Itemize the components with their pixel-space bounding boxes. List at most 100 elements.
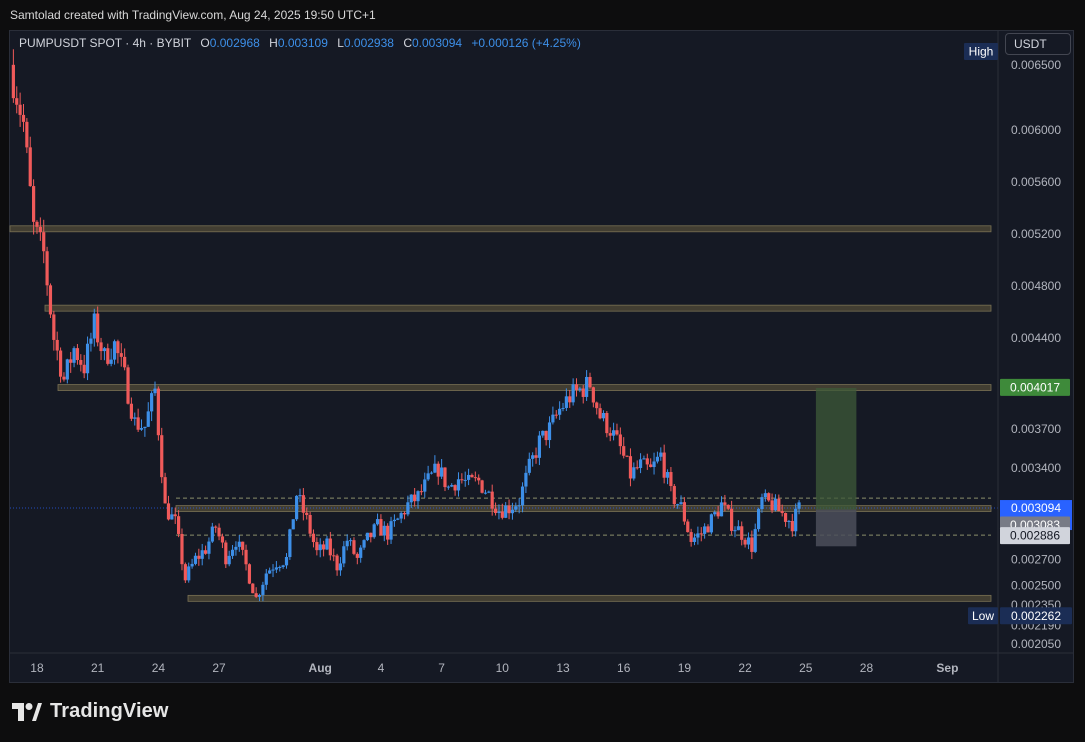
- candle-body[interactable]: [611, 430, 616, 436]
- candle-body[interactable]: [85, 343, 90, 374]
- candle-body[interactable]: [642, 458, 646, 460]
- candle-body[interactable]: [682, 502, 687, 522]
- candle-body[interactable]: [150, 393, 154, 412]
- sr-zone[interactable]: [9, 225, 992, 233]
- candle-body[interactable]: [517, 505, 521, 507]
- candle-body[interactable]: [440, 467, 444, 477]
- candle-body[interactable]: [561, 407, 565, 409]
- candle-body[interactable]: [109, 359, 113, 364]
- position-target-zone[interactable]: [815, 387, 857, 510]
- candle-body[interactable]: [69, 359, 73, 363]
- candle-body[interactable]: [160, 435, 164, 478]
- candle-body[interactable]: [615, 430, 619, 435]
- candle-body[interactable]: [65, 359, 69, 380]
- candle-body[interactable]: [534, 455, 538, 458]
- candle-body[interactable]: [504, 505, 508, 518]
- candle-body[interactable]: [767, 493, 771, 501]
- candle-body[interactable]: [703, 526, 707, 534]
- candle-body[interactable]: [514, 506, 518, 510]
- candle-body[interactable]: [672, 486, 676, 505]
- position-stop-zone[interactable]: [815, 509, 857, 547]
- candle-body[interactable]: [632, 467, 636, 479]
- candle-body[interactable]: [466, 474, 471, 480]
- candle-body[interactable]: [389, 521, 393, 540]
- candle-body[interactable]: [446, 486, 450, 488]
- candle-body[interactable]: [510, 509, 515, 514]
- candle-body[interactable]: [220, 536, 225, 543]
- candle-body[interactable]: [119, 353, 123, 357]
- candle-body[interactable]: [207, 541, 211, 554]
- candle-body[interactable]: [787, 520, 791, 522]
- candle-body[interactable]: [99, 342, 103, 352]
- candle-body[interactable]: [257, 594, 262, 597]
- candle-body[interactable]: [234, 546, 238, 550]
- candle-body[interactable]: [203, 550, 208, 554]
- candle-body[interactable]: [386, 525, 390, 540]
- candle-body[interactable]: [163, 477, 167, 504]
- candle-body[interactable]: [318, 544, 322, 551]
- candle-body[interactable]: [463, 479, 467, 481]
- candle-body[interactable]: [170, 514, 174, 520]
- candle-body[interactable]: [173, 514, 177, 517]
- candle-body[interactable]: [659, 452, 663, 457]
- candle-body[interactable]: [112, 341, 117, 360]
- candle-body[interactable]: [146, 411, 150, 427]
- candle-body[interactable]: [483, 492, 488, 494]
- candle-body[interactable]: [82, 364, 86, 374]
- candle-body[interactable]: [247, 564, 252, 584]
- candle-body[interactable]: [416, 491, 420, 502]
- candle-body[interactable]: [453, 485, 457, 491]
- candle-body[interactable]: [531, 455, 535, 459]
- candlestick-chart[interactable]: 0.006500 0.006000 0.005600 0.005200 0.004800…: [0, 0, 1085, 742]
- candle-body[interactable]: [433, 463, 437, 473]
- candle-body[interactable]: [55, 339, 59, 351]
- candle-body[interactable]: [359, 547, 363, 558]
- candle-body[interactable]: [284, 556, 289, 566]
- candle-body[interactable]: [500, 511, 504, 518]
- candle-body[interactable]: [760, 497, 764, 510]
- candle-body[interactable]: [345, 540, 349, 547]
- candle-body[interactable]: [396, 518, 400, 520]
- candle-body[interactable]: [780, 511, 784, 514]
- candle-body[interactable]: [719, 502, 724, 517]
- candle-body[interactable]: [554, 414, 558, 416]
- candle-body[interactable]: [62, 376, 66, 380]
- candle-body[interactable]: [783, 513, 788, 522]
- candle-body[interactable]: [291, 519, 295, 530]
- candle-body[interactable]: [746, 537, 751, 545]
- candle-body[interactable]: [625, 455, 629, 457]
- candle-body[interactable]: [328, 538, 332, 556]
- candle-body[interactable]: [638, 459, 643, 468]
- candle-body[interactable]: [166, 503, 171, 520]
- candle-body[interactable]: [696, 533, 700, 538]
- candle-body[interactable]: [106, 348, 110, 364]
- candle-body[interactable]: [426, 473, 430, 480]
- candle-body[interactable]: [288, 529, 292, 557]
- candle-body[interactable]: [777, 498, 781, 512]
- candle-body[interactable]: [18, 104, 22, 115]
- candle-body[interactable]: [58, 350, 63, 377]
- candle-body[interactable]: [585, 376, 589, 397]
- candle-body[interactable]: [295, 495, 299, 520]
- candle-body[interactable]: [591, 387, 595, 403]
- candle-body[interactable]: [756, 509, 761, 530]
- candle-body[interactable]: [541, 430, 545, 436]
- candle-body[interactable]: [183, 564, 187, 581]
- candle-body[interactable]: [608, 433, 612, 436]
- candle-body[interactable]: [470, 474, 474, 478]
- candle-body[interactable]: [348, 540, 353, 542]
- sr-zone[interactable]: [175, 505, 992, 512]
- candle-body[interactable]: [126, 367, 130, 404]
- candle-body[interactable]: [524, 472, 528, 487]
- candle-body[interactable]: [143, 426, 147, 429]
- candle-body[interactable]: [652, 461, 656, 468]
- sr-zone[interactable]: [44, 304, 992, 312]
- candle-body[interactable]: [419, 491, 423, 493]
- candle-body[interactable]: [21, 114, 26, 122]
- candle-body[interactable]: [723, 502, 727, 505]
- candle-body[interactable]: [355, 553, 359, 558]
- candle-body[interactable]: [571, 384, 575, 403]
- candle-body[interactable]: [649, 464, 653, 468]
- candle-body[interactable]: [574, 384, 579, 390]
- candle-body[interactable]: [25, 121, 29, 148]
